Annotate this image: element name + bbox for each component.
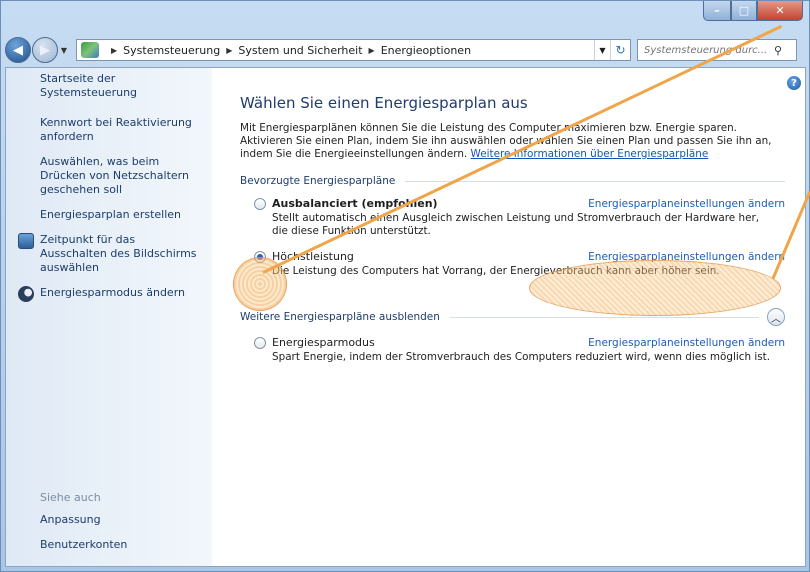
highlight-oval <box>529 260 781 316</box>
see-also-section: Siehe auch Anpassung Benutzerkonten <box>40 491 127 552</box>
maximize-button[interactable]: □ <box>731 1 757 21</box>
address-dropdown-icon[interactable]: ▼ <box>594 40 610 60</box>
group-divider <box>405 180 785 182</box>
content-area: Startseite der Systemsteuerung Kennwort … <box>5 67 806 567</box>
control-panel-icon <box>81 42 99 58</box>
plan-power-saver-radio[interactable] <box>254 336 266 349</box>
sidebar-link-display-off[interactable]: Zeitpunkt für das Ausschalten des Bildsc… <box>18 233 204 275</box>
monitor-icon <box>18 233 34 249</box>
preferred-plans-label: Bevorzugte Energiesparpläne <box>240 175 396 187</box>
preferred-plans-group: Bevorzugte Energiesparpläne <box>240 175 785 187</box>
plan-balanced-radio[interactable] <box>254 197 266 210</box>
sidebar-link-power-buttons[interactable]: Auswählen, was beim Drücken von Netzscha… <box>40 155 204 197</box>
plan-balanced-description: Stellt automatisch einen Ausgleich zwisc… <box>272 212 760 237</box>
see-also-link-anpassung[interactable]: Anpassung <box>40 513 127 527</box>
back-button[interactable]: ◀ <box>5 37 31 63</box>
moon-icon <box>18 286 34 302</box>
search-icon[interactable]: ⚲ <box>774 44 782 57</box>
control-panel-window: – □ ✕ ◀ ▶ ▼ ▶ Systemsteuerung ▶ System u… <box>0 0 810 572</box>
hidden-plans-label: Weitere Energiesparpläne ausblenden <box>240 311 440 323</box>
forward-button[interactable]: ▶ <box>32 37 58 63</box>
breadcrumb-systemsteuerung[interactable]: Systemsteuerung <box>123 44 220 57</box>
breadcrumb-system-und-sicherheit[interactable]: System und Sicherheit <box>238 44 362 57</box>
help-icon[interactable]: ? <box>787 76 801 90</box>
plan-power-saver-settings-link[interactable]: Energiesparplaneinstellungen ändern <box>588 337 785 349</box>
see-also-link-benutzerkonten[interactable]: Benutzerkonten <box>40 538 127 552</box>
plan-balanced: Ausbalanciert (empfohlen) Energiesparpla… <box>240 197 785 238</box>
sidebar-link-sleep-label: Energiesparmodus ändern <box>40 286 185 299</box>
address-bar[interactable]: ▶ Systemsteuerung ▶ System und Sicherhei… <box>76 39 631 61</box>
see-also-title: Siehe auch <box>40 491 101 504</box>
page-title: Wählen Sie einen Energiesparplan aus <box>240 94 528 112</box>
group-divider <box>449 316 759 318</box>
plan-power-saver-description: Spart Energie, indem der Stromverbrauch … <box>272 351 771 363</box>
refresh-icon[interactable]: ↻ <box>610 40 630 60</box>
search-input[interactable] <box>644 44 774 56</box>
sidebar-link-sleep[interactable]: Energiesparmodus ändern <box>18 286 204 302</box>
main-pane: ? Wählen Sie einen Energiesparplan aus M… <box>212 68 805 566</box>
close-button[interactable]: ✕ <box>757 1 803 21</box>
plan-power-saver-name[interactable]: Energiesparmodus <box>272 336 588 349</box>
breadcrumb-separator-icon[interactable]: ▶ <box>111 46 117 55</box>
caption-buttons: – □ ✕ <box>703 1 803 23</box>
plan-balanced-name[interactable]: Ausbalanciert (empfohlen) <box>272 197 588 210</box>
navigation-bar: ◀ ▶ ▼ ▶ Systemsteuerung ▶ System und Sic… <box>5 35 805 65</box>
sidebar-link-password[interactable]: Kennwort bei Reaktivierung anfordern <box>40 116 204 144</box>
chevron-up-icon[interactable]: ︿ <box>767 308 785 326</box>
breadcrumb-separator-icon[interactable]: ▶ <box>369 46 375 55</box>
breadcrumb-energieoptionen[interactable]: Energieoptionen <box>381 44 471 57</box>
task-pane: Startseite der Systemsteuerung Kennwort … <box>6 68 212 566</box>
sidebar-link-home[interactable]: Startseite der Systemsteuerung <box>40 72 204 100</box>
sidebar-link-display-off-label: Zeitpunkt für das Ausschalten des Bildsc… <box>40 233 197 274</box>
sidebar-link-create-plan[interactable]: Energiesparplan erstellen <box>40 208 204 222</box>
plan-balanced-settings-link[interactable]: Energiesparplaneinstellungen ändern <box>588 198 785 210</box>
breadcrumb-separator-icon[interactable]: ▶ <box>226 46 232 55</box>
recent-pages-dropdown[interactable]: ▼ <box>58 46 70 55</box>
plan-high-performance-name[interactable]: Höchstleistung <box>272 250 588 263</box>
minimize-button[interactable]: – <box>703 1 731 21</box>
plan-power-saver: Energiesparmodus Energiesparplaneinstell… <box>240 336 785 364</box>
